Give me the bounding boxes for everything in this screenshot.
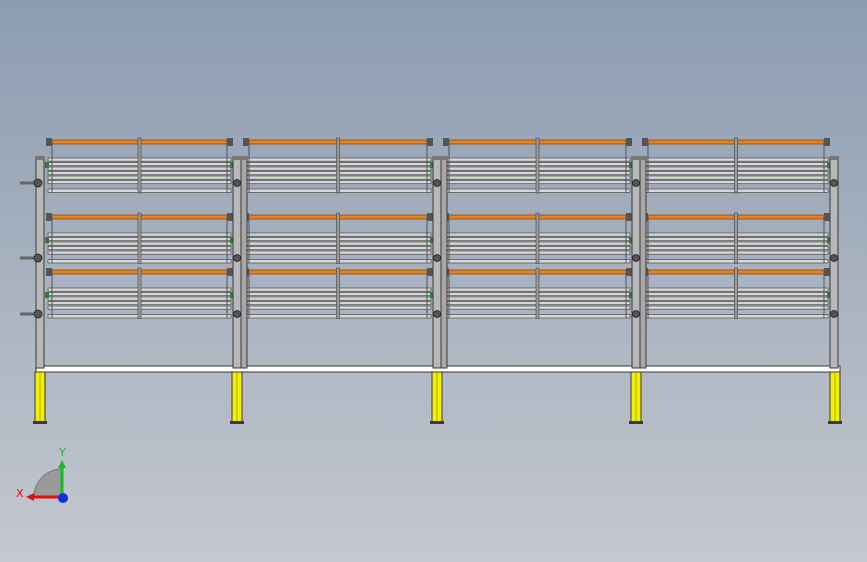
triad-z-axis	[58, 493, 68, 503]
triad-x-arrowhead	[26, 493, 34, 501]
triad-reference-quadrant	[33, 468, 63, 498]
graphics-viewport[interactable]: X Y	[0, 0, 867, 562]
triad-x-label: X	[16, 487, 24, 500]
triad-y-label: Y	[58, 446, 66, 459]
triad-y-arrowhead	[58, 460, 66, 468]
orientation-triad: X Y	[16, 446, 68, 503]
